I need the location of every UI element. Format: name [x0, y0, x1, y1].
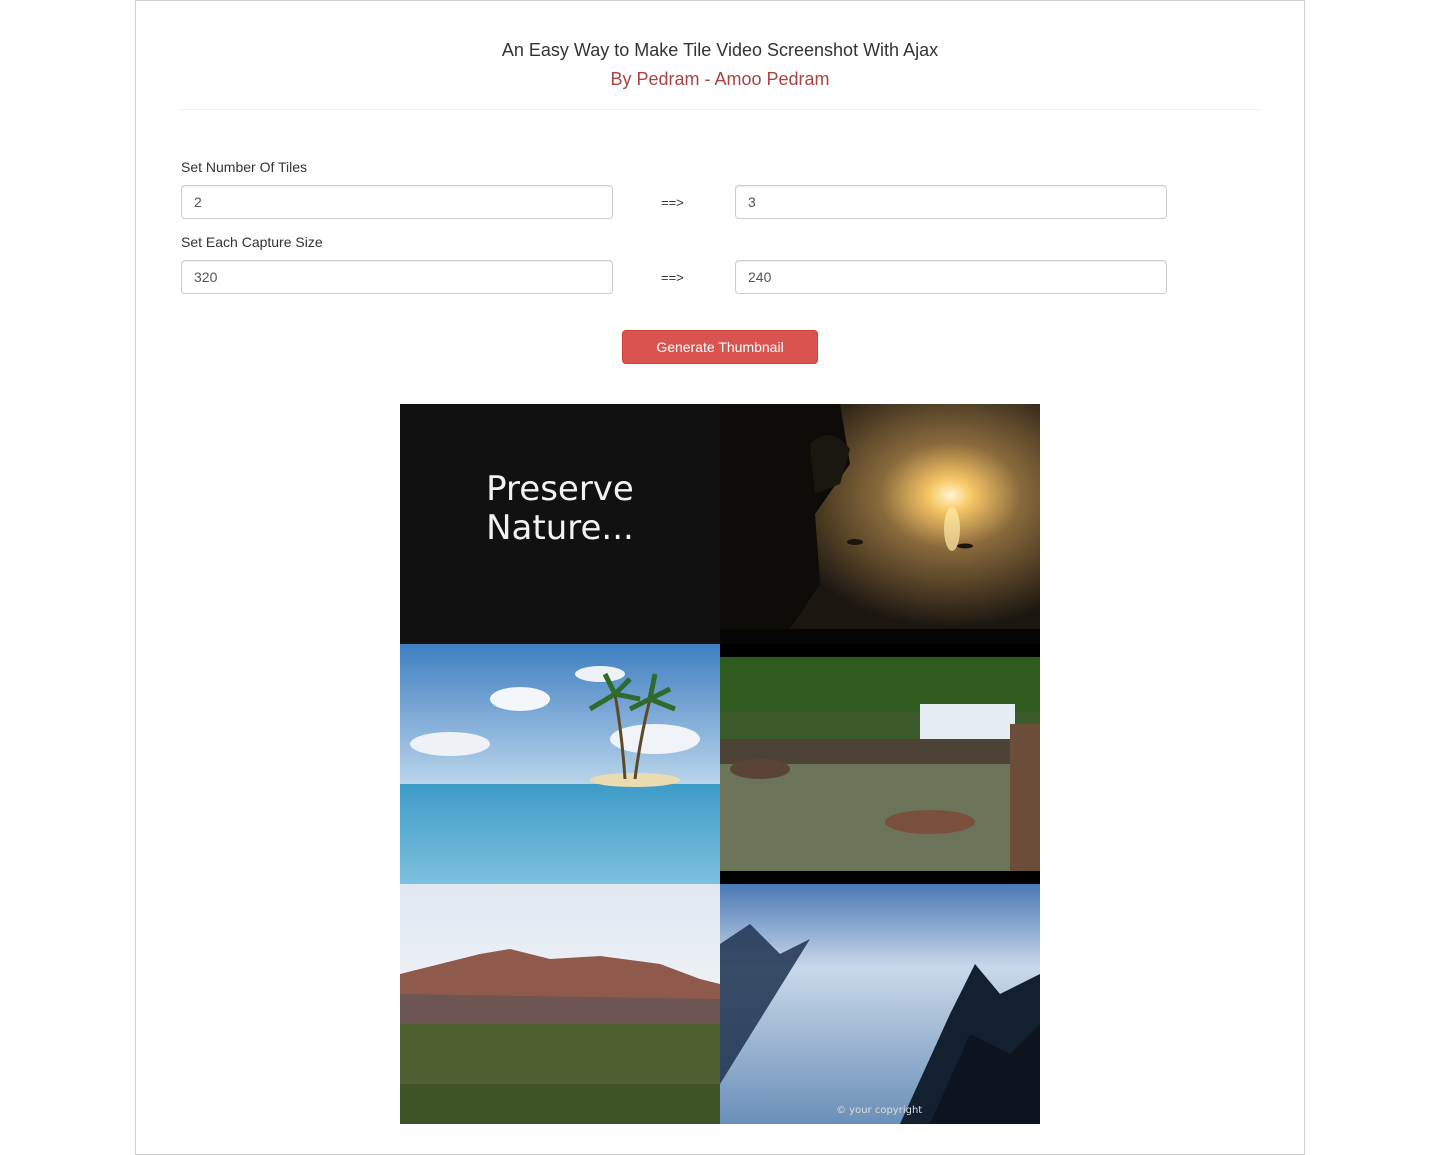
tiles-label: Set Number Of Tiles: [181, 159, 308, 175]
tile-title-line2: Nature...: [486, 508, 634, 548]
tropical-island-image: [400, 644, 720, 884]
main-panel: An Easy Way to Make Tile Video Screensho…: [135, 0, 1305, 1155]
tiles-rows-input[interactable]: [735, 185, 1167, 219]
copyright-text: © your copyright: [836, 1105, 923, 1116]
tile-sunset-lake: [720, 404, 1040, 644]
tile-waterfall-river: [720, 644, 1040, 884]
size-arrow: ==>: [661, 270, 684, 285]
capture-width-input[interactable]: [181, 260, 613, 294]
capture-height-input[interactable]: [735, 260, 1167, 294]
page-subtitle: By Pedram - Amoo Pedram: [610, 69, 830, 89]
tile-title-text: Preserve Nature...: [400, 470, 720, 548]
page-title: An Easy Way to Make Tile Video Screensho…: [501, 40, 939, 60]
tile-title-line1: Preserve: [486, 469, 634, 509]
tile-title-card: Preserve Nature...: [400, 404, 720, 644]
tiles-columns-input[interactable]: [181, 185, 613, 219]
size-label: Set Each Capture Size: [181, 234, 323, 250]
header-divider: [181, 109, 1259, 110]
tile-tropical-island: [400, 644, 720, 884]
waterfall-river-image: [720, 644, 1040, 884]
tiles-arrow: ==>: [661, 195, 684, 210]
sunset-lake-image: [720, 404, 1040, 644]
tile-mountain-meadow: [400, 884, 720, 1124]
misty-peaks-image: [720, 884, 1040, 1124]
thumbnail-grid: Preserve Nature... © your copyright: [400, 404, 1040, 1124]
tile-misty-peaks: © your copyright: [720, 884, 1040, 1124]
generate-thumbnail-button[interactable]: Generate Thumbnail: [622, 330, 818, 364]
mountain-meadow-image: [400, 884, 720, 1124]
